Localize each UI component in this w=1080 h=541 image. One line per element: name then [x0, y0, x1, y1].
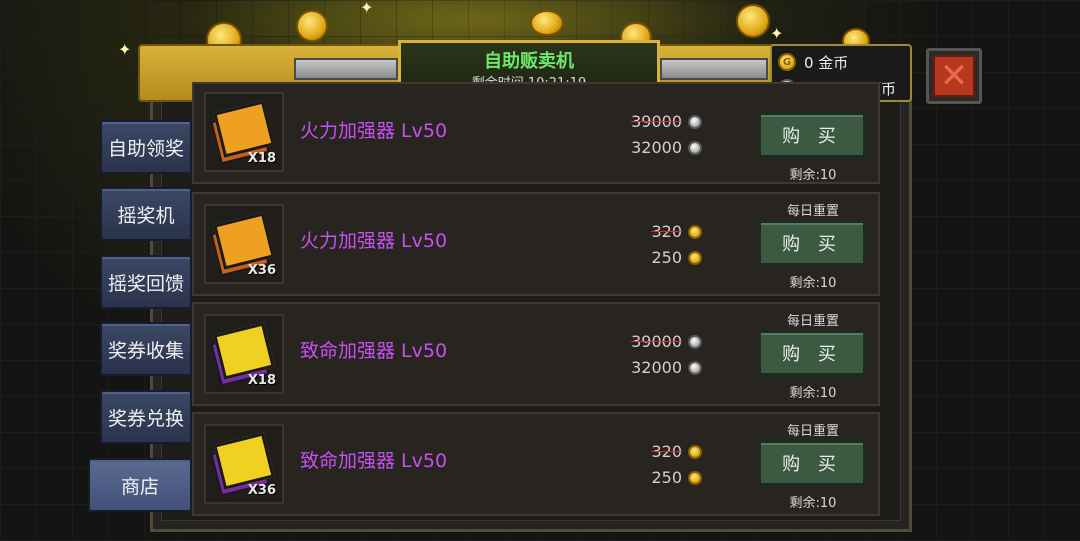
daily-reset-label: 每日重置 [786, 204, 839, 219]
item-icon-frame: X18 [204, 314, 284, 394]
gold-coin-icon [688, 444, 702, 459]
buy-button-label: 购 买 [782, 126, 842, 147]
sale-price: 32000 [631, 358, 702, 377]
silver-coin-icon [688, 140, 702, 155]
buy-button[interactable]: 购 买 [758, 112, 866, 158]
item-icon-frame: X18 [204, 92, 284, 172]
coin-decoration-icon [736, 4, 770, 38]
daily-reset-label: 每日重置 [786, 424, 839, 439]
sidebar-tab-label: 奖券收集 [107, 339, 184, 362]
gold-coin-icon [688, 470, 702, 485]
sidebar-tab-shop[interactable]: 商店 [88, 458, 192, 512]
original-price-value: 39000 [631, 112, 682, 131]
page-title: 自助贩卖机 [484, 51, 574, 72]
remaining-stock: 剩余:10 [789, 386, 837, 401]
buy-button-label: 购 买 [782, 454, 842, 475]
remaining-stock: 剩余:10 [789, 168, 837, 183]
sale-price: 250 [651, 468, 702, 487]
sidebar-tab-label: 摇奖回馈 [107, 272, 184, 295]
original-price-value: 320 [651, 222, 682, 241]
header-rail-right [660, 58, 768, 80]
sale-price-value: 250 [651, 468, 682, 487]
original-price: 320 [651, 442, 702, 461]
sale-price-value: 32000 [631, 358, 682, 377]
original-price: 39000 [631, 112, 702, 131]
shop-item-row: X18 火力加强器 Lv50 39000 32000 购 买 剩余:10 [192, 82, 880, 184]
item-quantity: X36 [247, 483, 276, 498]
close-icon: ✕ [933, 55, 975, 97]
item-icon-frame: X36 [204, 424, 284, 504]
silver-coin-icon [688, 114, 702, 129]
buy-button-label: 购 买 [782, 344, 842, 365]
daily-reset-label: 每日重置 [786, 314, 839, 329]
sidebar-tab-ticket-exchange[interactable]: 奖券兑换 [100, 390, 192, 444]
sidebar-tab-slot-rewards[interactable]: 摇奖回馈 [100, 255, 192, 309]
gold-coin-icon [688, 224, 702, 239]
sale-price-value: 32000 [631, 138, 682, 157]
buy-button[interactable]: 购 买 [758, 330, 866, 376]
shop-item-row: X18 致命加强器 Lv50 39000 32000 每日重置 购 买 剩余:1… [192, 302, 880, 406]
sidebar-tab-label: 商店 [120, 475, 159, 498]
silver-coin-icon [688, 334, 702, 349]
gold-balance-row: G 0 金币 [778, 50, 848, 74]
item-quantity: X18 [247, 373, 276, 388]
sparkle-icon: ✦ [360, 0, 374, 17]
item-quantity: X36 [247, 263, 276, 278]
buy-button[interactable]: 购 买 [758, 220, 866, 266]
original-price: 320 [651, 222, 702, 241]
gold-balance: 0 金币 [804, 53, 849, 72]
close-button[interactable]: ✕ [926, 48, 982, 104]
item-quantity: X18 [247, 151, 276, 166]
buy-button-label: 购 买 [782, 234, 842, 255]
item-name: 致命加强器 Lv50 [300, 340, 448, 362]
sidebar-tab-self-claim[interactable]: 自助领奖 [100, 120, 192, 174]
sidebar-tab-label: 自助领奖 [107, 137, 184, 160]
buy-button[interactable]: 购 买 [758, 440, 866, 486]
sidebar-tab-slot-machine[interactable]: 摇奖机 [100, 187, 192, 241]
gold-coin-icon: G [778, 53, 796, 71]
sale-price: 250 [651, 248, 702, 267]
item-icon-frame: X36 [204, 204, 284, 284]
remaining-stock: 剩余:10 [789, 496, 837, 511]
sparkle-icon: ✦ [770, 24, 784, 43]
sparkle-icon: ✦ [118, 40, 132, 59]
shop-item-row: X36 火力加强器 Lv50 320 250 每日重置 购 买 剩余:10 [192, 192, 880, 296]
coin-decoration-icon [296, 10, 328, 42]
sidebar-tab-ticket-collect[interactable]: 奖券收集 [100, 322, 192, 376]
sidebar-tab-label: 奖券兑换 [107, 407, 184, 430]
sale-price-value: 250 [651, 248, 682, 267]
silver-coin-icon [688, 360, 702, 375]
shop-item-row: X36 致命加强器 Lv50 320 250 每日重置 购 买 剩余:10 [192, 412, 880, 516]
item-name: 火力加强器 Lv50 [300, 120, 448, 142]
original-price-value: 39000 [631, 332, 682, 351]
item-name: 致命加强器 Lv50 [300, 450, 448, 472]
item-name: 火力加强器 Lv50 [300, 230, 448, 252]
original-price: 39000 [631, 332, 702, 351]
remaining-stock: 剩余:10 [789, 276, 837, 291]
sidebar-tab-label: 摇奖机 [117, 204, 175, 227]
header-rail-left [294, 58, 398, 80]
original-price-value: 320 [651, 442, 682, 461]
coin-decoration-icon [530, 10, 564, 36]
sale-price: 32000 [631, 138, 702, 157]
gold-coin-icon [688, 250, 702, 265]
